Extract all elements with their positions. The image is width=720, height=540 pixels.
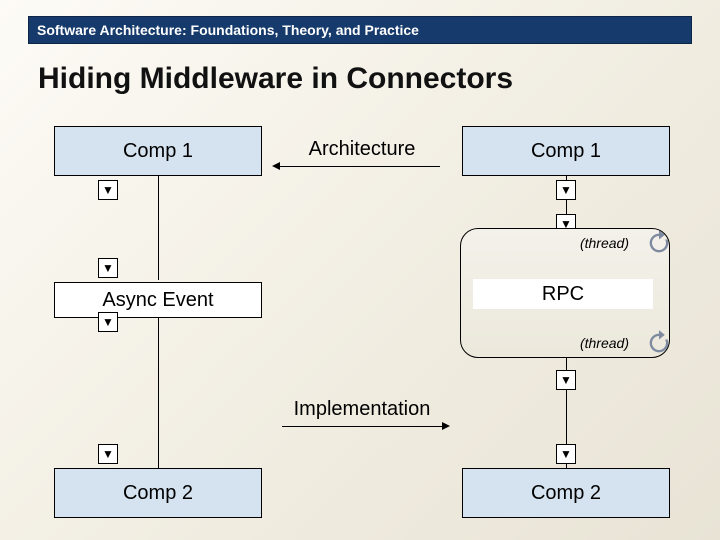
right-comp2-label: Comp 2 xyxy=(531,482,601,505)
left-comp1-box: Comp 1 xyxy=(54,126,262,176)
left-comp2-label: Comp 2 xyxy=(123,482,193,505)
down-triangle-icon: ▼ xyxy=(102,184,114,196)
implementation-arrow-line xyxy=(282,426,442,427)
slide-header: Software Architecture: Foundations, Theo… xyxy=(28,16,692,44)
architecture-arrow-head xyxy=(272,162,280,170)
right-comp1-label: Comp 1 xyxy=(531,140,601,163)
left-async-label: Async Event xyxy=(102,289,213,312)
down-triangle-icon: ▼ xyxy=(560,374,572,386)
slide-title: Hiding Middleware in Connectors xyxy=(38,62,513,96)
slide-header-text: Software Architecture: Foundations, Theo… xyxy=(37,22,419,38)
architecture-arrow-line xyxy=(280,166,440,167)
right-port-thread-out: ▼ xyxy=(556,370,576,390)
left-port-comp1-out: ▼ xyxy=(98,180,118,200)
right-comp1-box: Comp 1 xyxy=(462,126,670,176)
left-port-async-out: ▼ xyxy=(98,312,118,332)
refresh-icon xyxy=(645,229,673,257)
implementation-arrow-head xyxy=(442,422,450,430)
right-rpc-box: RPC xyxy=(473,279,653,309)
refresh-icon xyxy=(645,329,673,357)
left-port-comp2-in: ▼ xyxy=(98,444,118,464)
down-triangle-icon: ▼ xyxy=(560,184,572,196)
left-port-async-in: ▼ xyxy=(98,258,118,278)
left-comp2-box: Comp 2 xyxy=(54,468,262,518)
down-triangle-icon: ▼ xyxy=(102,316,114,328)
right-thread-container: (thread) RPC (thread) xyxy=(460,228,670,358)
left-comp1-label: Comp 1 xyxy=(123,140,193,163)
down-triangle-icon: ▼ xyxy=(560,448,572,460)
right-thread2-label: (thread) xyxy=(580,335,629,351)
down-triangle-icon: ▼ xyxy=(102,448,114,460)
right-rpc-label: RPC xyxy=(542,283,584,306)
left-async-box: Async Event xyxy=(54,282,262,318)
right-port-comp2-in: ▼ xyxy=(556,444,576,464)
left-line-comp1-to-async xyxy=(158,176,159,280)
right-comp2-box: Comp 2 xyxy=(462,468,670,518)
implementation-label: Implementation xyxy=(272,398,452,421)
right-thread1-label: (thread) xyxy=(580,235,629,251)
down-triangle-icon: ▼ xyxy=(102,262,114,274)
left-line-async-to-comp2 xyxy=(158,318,159,468)
architecture-label: Architecture xyxy=(272,138,452,161)
right-port-comp1-out: ▼ xyxy=(556,180,576,200)
